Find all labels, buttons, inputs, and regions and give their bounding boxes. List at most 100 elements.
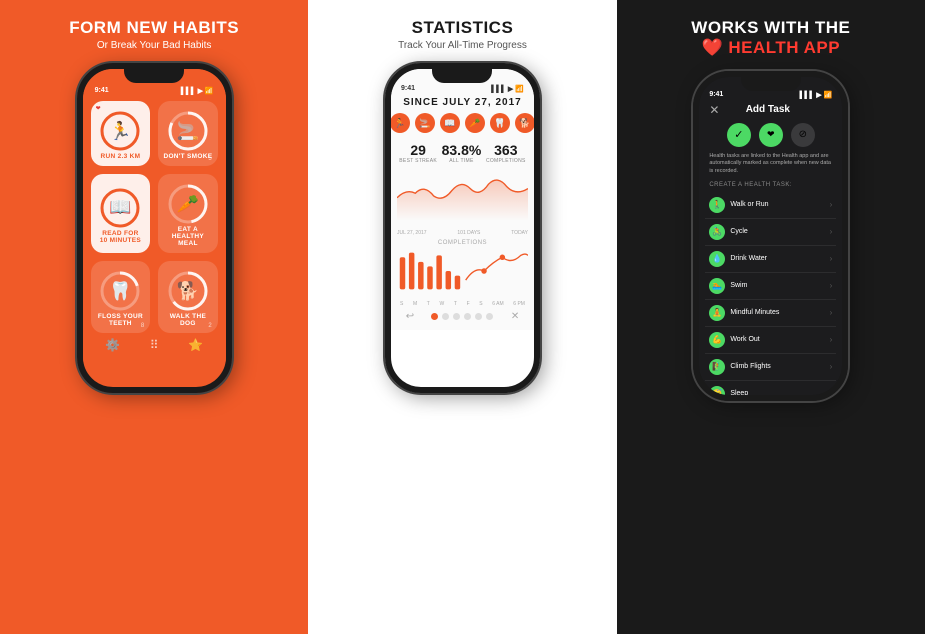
back-icon[interactable]: ↩ <box>406 311 414 322</box>
time-2: 9:41 <box>401 85 415 93</box>
dot-1 <box>442 313 449 320</box>
floss-ring: 🦷 <box>98 269 142 313</box>
screen-3: 9:41 ▌▌▌ ▶ 📶 ✕ Add Task ✓ ❤ ⊘ Health tas… <box>699 77 842 395</box>
bottom-nav-2: ↩ ✕ <box>397 307 528 324</box>
panel-statistics: STATISTICS Track Your All-Time Progress … <box>308 0 616 634</box>
dot-2 <box>453 313 460 320</box>
eat-ring: 🥕 <box>166 182 210 226</box>
stat-streak: 29 BEST STREAK <box>399 142 437 164</box>
signals-1: ▌▌▌ ▶ 📶 <box>181 87 214 95</box>
workout-label: Work Out <box>730 336 829 343</box>
task-walk[interactable]: 🚶 Walk or Run › <box>705 192 836 219</box>
completions-num: 363 <box>486 142 526 158</box>
check-btn[interactable]: ✓ <box>727 123 751 147</box>
dot-3 <box>464 313 471 320</box>
climb-label: Climb Flights <box>730 363 829 370</box>
streak-num: 29 <box>399 142 437 158</box>
health-info-text: Health tasks are linked to the Health ap… <box>705 153 836 176</box>
bottom-nav-1: ⚙️ ⠿ ⭐ <box>91 333 218 354</box>
add-task-title: Add Task <box>746 104 790 115</box>
notch-1 <box>124 69 184 83</box>
notch-3 <box>741 77 801 91</box>
cycle-icon: 🚴 <box>709 224 725 240</box>
task-type-icons: ✓ ❤ ⊘ <box>705 123 836 147</box>
cancel-btn[interactable]: ⊘ <box>791 123 815 147</box>
screen-1: 9:41 ▌▌▌ ▶ 📶 ❤ <box>83 69 226 387</box>
nav-dots <box>431 313 493 320</box>
habit-dog[interactable]: 🐕 WALK THE DOG 2 <box>158 261 218 333</box>
habit-dog-label: WALK THE DOG <box>162 313 214 327</box>
task-sleep[interactable]: 😴 Sleep › <box>705 381 836 395</box>
chart-date-labels: JUL 27, 2017 101 DAYS TODAY <box>397 230 528 236</box>
task-mindful[interactable]: 🧘 Mindful Minutes › <box>705 300 836 327</box>
forward-icon[interactable]: ✕ <box>511 311 519 322</box>
panel-3-title2: ❤️ HEALTH APP <box>702 38 841 58</box>
task-swim[interactable]: 🏊 Swim › <box>705 273 836 300</box>
panel-health: WORKS WITH THE ❤️ HEALTH APP 9:41 ▌▌▌ ▶ … <box>617 0 925 634</box>
task-climb[interactable]: 🧗 Climb Flights › <box>705 354 836 381</box>
panel-1-title: FORM NEW HABITS <box>69 18 239 38</box>
time-1: 9:41 <box>95 87 109 95</box>
time-6pm: 6 PM <box>513 301 525 307</box>
ic-smoke: 🚬 <box>415 113 435 133</box>
dog-ring: 🐕 <box>166 269 210 313</box>
bar-s2: S <box>479 301 482 307</box>
ic-run: 🏃 <box>391 113 410 133</box>
task-workout[interactable]: 💪 Work Out › <box>705 327 836 354</box>
panel-2-subtitle: Track Your All-Time Progress <box>398 40 527 51</box>
status-bar-1: 9:41 ▌▌▌ ▶ 📶 <box>91 87 218 95</box>
phone-3: 9:41 ▌▌▌ ▶ 📶 ✕ Add Task ✓ ❤ ⊘ Health tas… <box>693 71 848 401</box>
smoke-ring: 🚬 <box>166 109 210 153</box>
time-3: 9:41 <box>709 91 723 99</box>
status-bar-2: 9:41 ▌▌▌ ▶ 📶 <box>397 85 528 93</box>
settings-icon[interactable]: ⚙️ <box>105 338 120 352</box>
stat-completions: 363 COMPLETIONS <box>486 142 526 164</box>
habit-smoke[interactable]: 🚬 DON'T SMOKE 5 <box>158 101 218 166</box>
date-mid: 101 DAYS <box>457 230 480 236</box>
phone-2: 9:41 ▌▌▌ ▶ 📶 SINCE JULY 27, 2017 🏃 🚬 📖 🥕… <box>385 63 540 393</box>
create-task-label: CREATE A HEALTH TASK: <box>705 182 836 188</box>
habit-floss-label: FLOSS YOUR TEETH <box>95 313 147 327</box>
arrow-walk: › <box>830 200 833 209</box>
panel-2-title: STATISTICS <box>412 18 514 38</box>
ic-read: 📖 <box>440 113 460 133</box>
walk-label: Walk or Run <box>730 201 829 208</box>
habit-floss[interactable]: 🦷 FLOSS YOUR TEETH 8 <box>91 261 151 333</box>
arrow-climb: › <box>830 362 833 371</box>
dot-5 <box>486 313 493 320</box>
star-icon[interactable]: ⭐ <box>188 338 203 352</box>
mindful-icon: 🧘 <box>709 305 725 321</box>
habit-floss-streak: 8 <box>141 323 144 329</box>
water-label: Drink Water <box>730 255 829 262</box>
completions-label: COMPLETIONS <box>486 158 526 164</box>
ic-tooth: 🦷 <box>490 113 510 133</box>
mindful-label: Mindful Minutes <box>730 309 829 316</box>
habit-smoke-label: DON'T SMOKE <box>163 153 212 160</box>
panel-form-habits: FORM NEW HABITS Or Break Your Bad Habits… <box>0 0 308 634</box>
arrow-mindful: › <box>830 308 833 317</box>
task-cycle[interactable]: 🚴 Cycle › <box>705 219 836 246</box>
ic-eat: 🥕 <box>465 113 485 133</box>
bar-t2: T <box>454 301 457 307</box>
close-icon[interactable]: ✕ <box>709 103 719 117</box>
panel-3-title-text: WORKS WITH THE <box>691 18 850 37</box>
stats-row: 29 BEST STREAK 83.8% ALL TIME 363 COMPLE… <box>397 142 528 164</box>
bar-w: W <box>439 301 444 307</box>
sleep-icon: 😴 <box>709 386 725 395</box>
panel-3-title: WORKS WITH THE <box>691 18 850 38</box>
habit-eat[interactable]: 🥕 EAT A HEALTHYMEAL <box>158 174 218 253</box>
health-task-list: 🚶 Walk or Run › 🚴 Cycle › 💧 Drink Water <box>705 192 836 395</box>
signals-3: ▌▌▌ ▶ 📶 <box>799 91 832 99</box>
grid-icon[interactable]: ⠿ <box>150 338 159 352</box>
signals-2: ▌▌▌ ▶ 📶 <box>491 85 524 93</box>
habit-run[interactable]: ❤ 🏃 RUN 2.3 KM <box>91 101 151 166</box>
read-ring: 📖 <box>98 186 142 230</box>
task-water[interactable]: 💧 Drink Water › <box>705 246 836 273</box>
walk-icon: 🚶 <box>709 197 725 213</box>
line-chart: JUL 27, 2017 101 DAYS TODAY <box>397 168 528 236</box>
habit-read[interactable]: 📖 READ FOR10 MINUTES <box>91 174 151 253</box>
arrow-workout: › <box>830 335 833 344</box>
bar-f: F <box>467 301 470 307</box>
habits-grid: ❤ 🏃 RUN 2.3 KM <box>91 101 218 333</box>
heart-btn[interactable]: ❤ <box>759 123 783 147</box>
